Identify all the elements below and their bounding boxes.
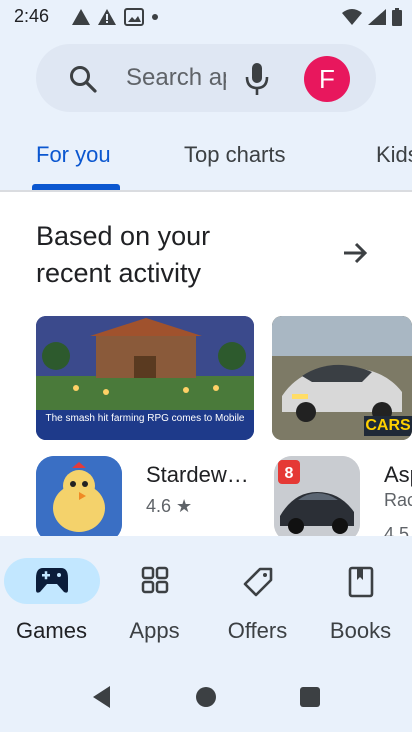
- nav-label: Apps: [129, 618, 180, 643]
- warning-icon: [98, 9, 116, 25]
- home-icon[interactable]: [194, 684, 218, 710]
- tag-icon: [243, 567, 272, 597]
- system-status-icons: [342, 8, 402, 26]
- tabs-divider: [0, 190, 412, 192]
- wifi-icon: [342, 9, 362, 25]
- nav-books[interactable]: Books: [309, 538, 412, 662]
- app-icon-asphalt[interactable]: 8: [274, 456, 360, 542]
- sports-car-icon: 8: [274, 456, 360, 542]
- app-name: Stardew…: [146, 462, 249, 487]
- signal-icon: [368, 9, 386, 25]
- apps-grid-icon: [141, 566, 168, 594]
- account-avatar[interactable]: F: [304, 56, 350, 102]
- bottom-navigation: Games Apps Offers Books: [0, 538, 412, 662]
- book-icon: [348, 566, 373, 598]
- svg-text:8: 8: [285, 465, 294, 482]
- alert-triangle-icon: [72, 9, 90, 25]
- microphone-icon[interactable]: [244, 61, 270, 97]
- recents-icon[interactable]: [298, 684, 322, 710]
- chicken-icon: [36, 456, 122, 542]
- banner-label: CARS: [364, 416, 412, 436]
- app-icon-stardew[interactable]: [36, 456, 122, 542]
- nav-offers[interactable]: Offers: [206, 538, 309, 662]
- app-subtitle: Rac: [384, 490, 412, 510]
- search-bar[interactable]: Search apps & games F: [36, 44, 376, 112]
- asphalt-banner[interactable]: CARS: [272, 316, 412, 440]
- app-name: Asp: [384, 462, 412, 487]
- notification-icons: [72, 8, 158, 26]
- tab-for-you[interactable]: For you: [36, 142, 111, 168]
- nav-label: Offers: [227, 618, 288, 643]
- nav-apps[interactable]: Apps: [103, 538, 206, 662]
- stardew-banner[interactable]: The smash hit farming RPG comes to Mobil…: [36, 316, 254, 440]
- gamepad-icon: [35, 568, 68, 593]
- tab-kids[interactable]: Kids: [376, 142, 412, 168]
- arrow-forward-icon[interactable]: [340, 238, 370, 268]
- category-tabs: For you Top charts Kids: [0, 130, 412, 192]
- search-input[interactable]: Search apps & games: [126, 64, 226, 92]
- nav-label: Games: [16, 618, 87, 643]
- nav-label: Books: [329, 618, 392, 643]
- search-icon[interactable]: [68, 64, 98, 94]
- app-rating: 4.6 ★: [146, 496, 193, 516]
- nav-games[interactable]: Games: [0, 538, 103, 662]
- section-title: Based on your recent activity: [36, 221, 211, 288]
- photo-icon: [124, 8, 144, 26]
- status-time: 2:46: [14, 6, 50, 26]
- back-icon[interactable]: [90, 684, 114, 710]
- banner-caption: The smash hit farming RPG comes to Mobil…: [36, 410, 254, 440]
- farm-scene-image: [36, 316, 254, 410]
- system-navigation-bar: [0, 662, 412, 732]
- status-bar: 2:46: [0, 0, 412, 36]
- tab-top-charts[interactable]: Top charts: [184, 142, 286, 168]
- dot-icon: [152, 14, 158, 20]
- battery-icon: [392, 8, 402, 26]
